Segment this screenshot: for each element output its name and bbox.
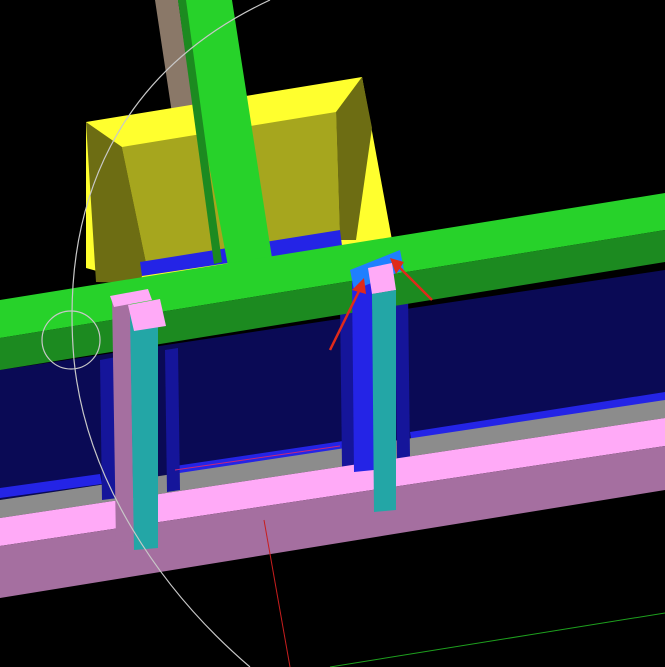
right-post-blue-side	[352, 278, 374, 472]
3d-scene-canvas[interactable]	[0, 0, 665, 667]
right-post-pink-cap	[368, 263, 396, 294]
wall-trim-mid-left	[165, 348, 180, 492]
3d-model-viewport[interactable]	[0, 0, 665, 667]
wall-trim-right	[395, 290, 410, 460]
right-post-teal-front	[372, 290, 396, 512]
left-post-teal-front	[130, 310, 158, 550]
axis-green-line	[329, 612, 665, 667]
